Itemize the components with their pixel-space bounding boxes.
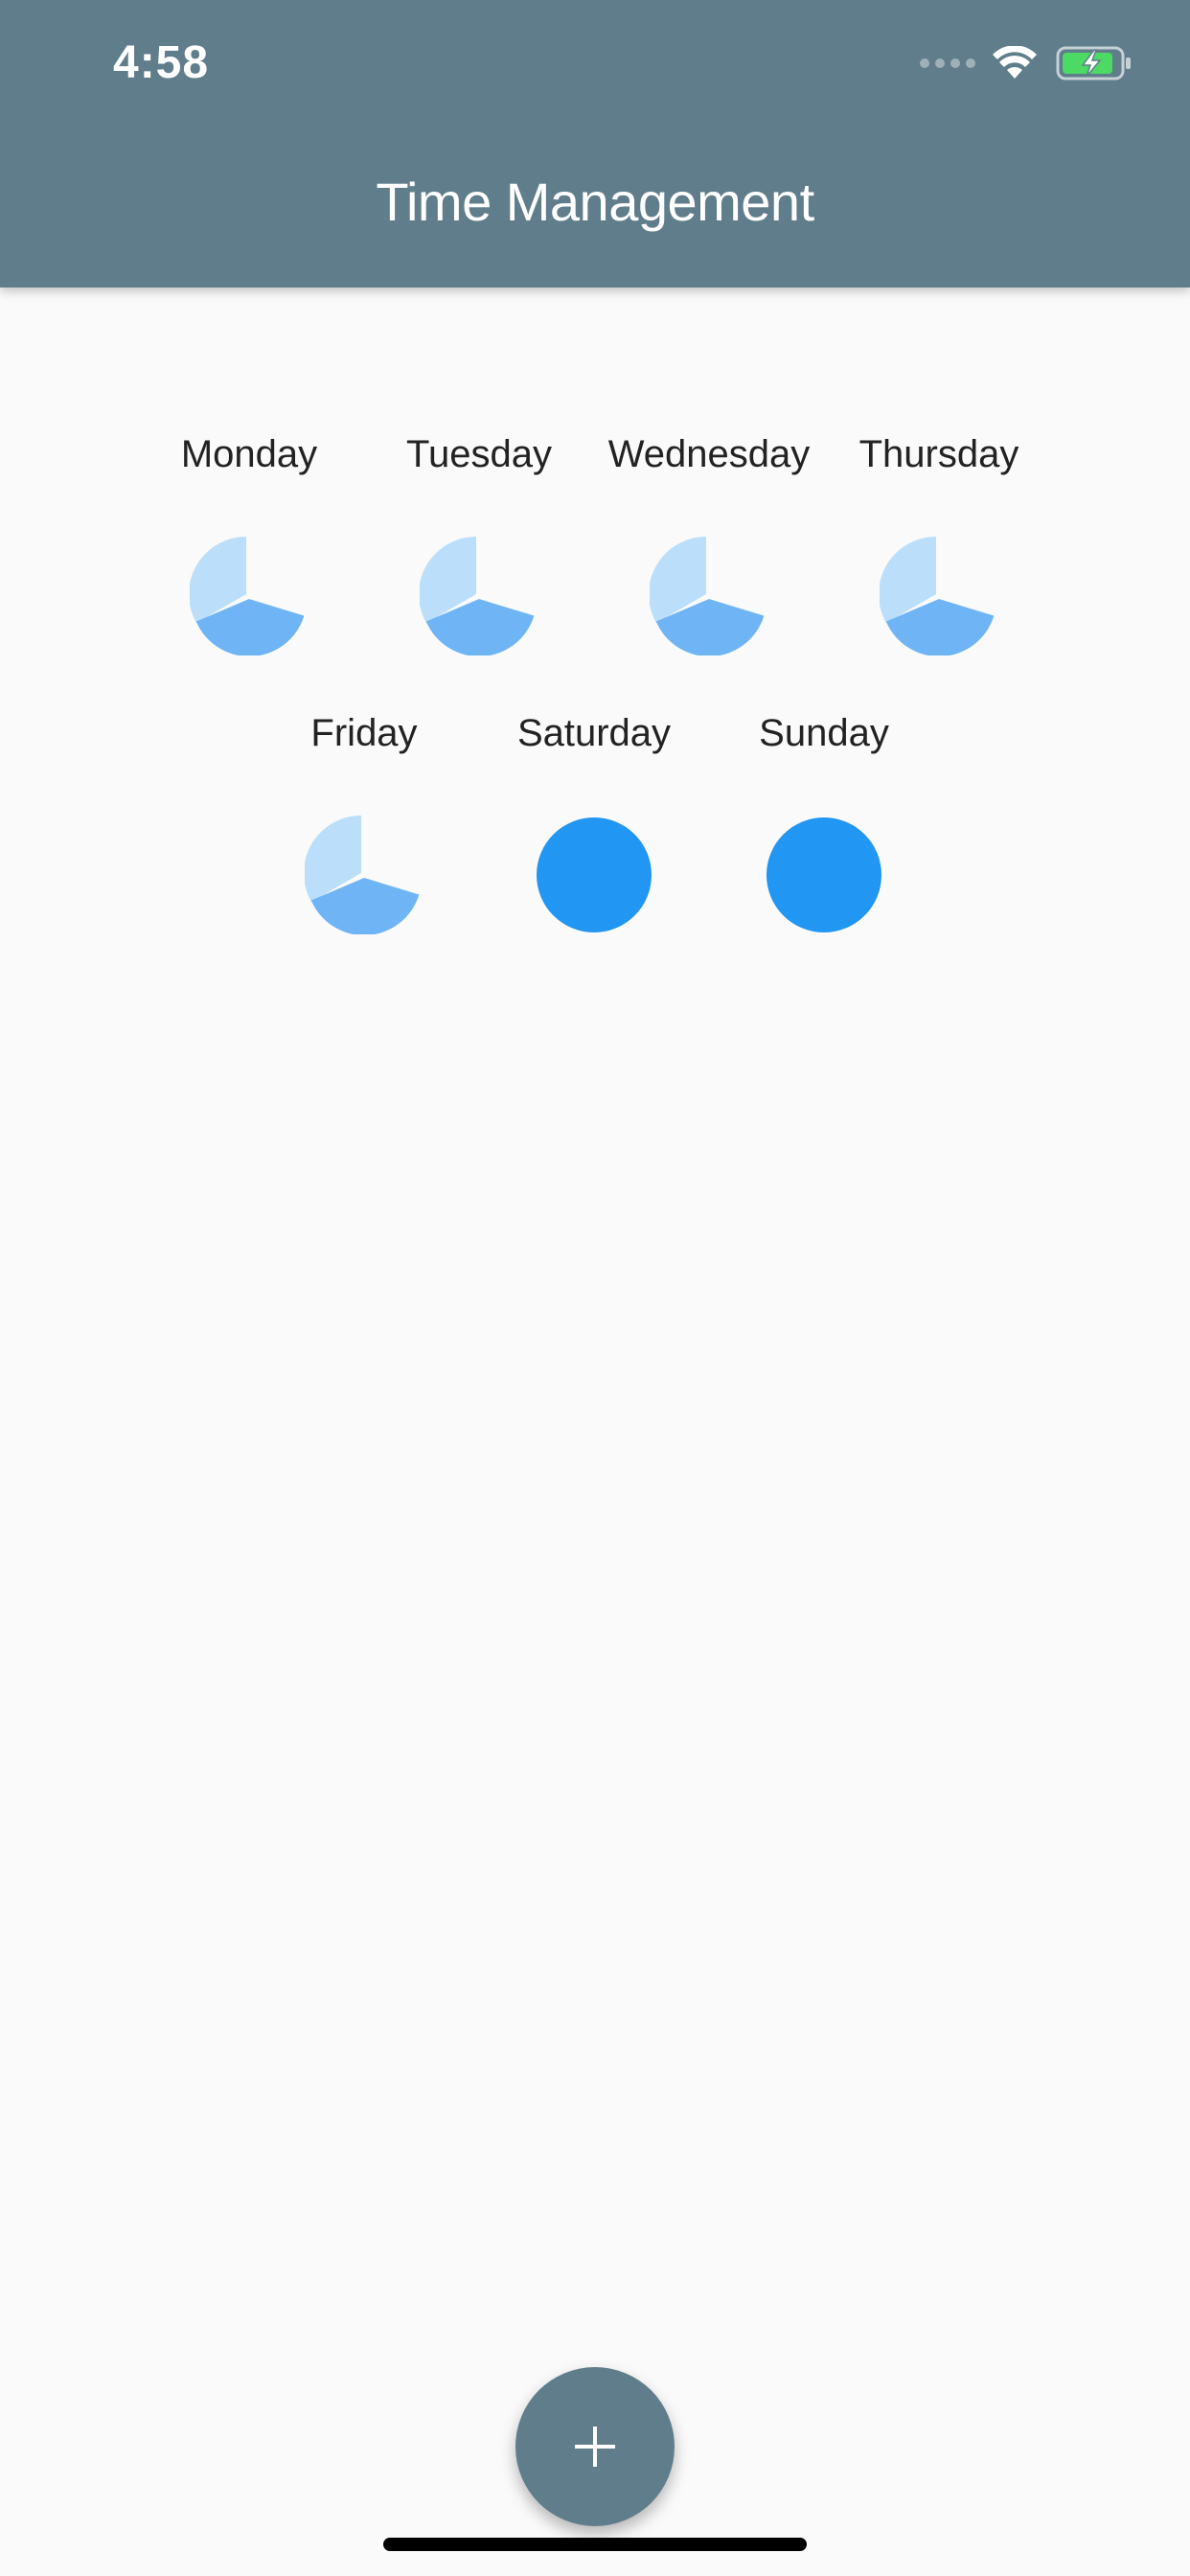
day-pie-chart[interactable]	[650, 537, 768, 656]
day-label: Friday	[310, 712, 418, 754]
pie-slice	[767, 817, 881, 932]
screen: 4:58 Time Management Monday Tuesday Wedn…	[0, 0, 1190, 2576]
day-label: Sunday	[759, 712, 889, 754]
battery-charging-icon	[1056, 46, 1131, 80]
day-cell-thursday[interactable]: Thursday	[824, 427, 1054, 656]
wifi-icon	[993, 46, 1037, 79]
day-pie-chart[interactable]	[420, 537, 538, 656]
day-cell-sunday[interactable]: Sunday	[709, 706, 939, 934]
day-cell-wednesday[interactable]: Wednesday	[594, 427, 824, 656]
day-label: Monday	[180, 433, 318, 475]
day-label: Thursday	[858, 433, 1019, 475]
day-cell-tuesday[interactable]: Tuesday	[364, 427, 594, 656]
status-icons	[920, 42, 1133, 84]
day-cell-saturday[interactable]: Saturday	[479, 706, 709, 934]
day-pie-chart[interactable]	[535, 816, 653, 934]
day-pie-chart[interactable]	[305, 816, 423, 934]
day-label: Wednesday	[607, 433, 811, 475]
day-pie-chart[interactable]	[190, 537, 309, 656]
day-label: Tuesday	[406, 433, 552, 475]
day-pie-chart[interactable]	[880, 537, 998, 656]
day-cell-friday[interactable]: Friday	[249, 706, 479, 934]
day-label: Saturday	[516, 712, 672, 754]
app-bar: 4:58 Time Management	[0, 0, 1190, 288]
status-time: 4:58	[113, 37, 210, 88]
cellular-signal-icon	[920, 58, 975, 68]
pie-slice	[537, 817, 652, 932]
day-cell-monday[interactable]: Monday	[134, 427, 364, 656]
add-button[interactable]	[515, 2367, 675, 2526]
home-indicator	[383, 2538, 807, 2551]
plus-icon	[575, 2426, 615, 2467]
page-title: Time Management	[376, 172, 814, 232]
day-pie-chart[interactable]	[765, 816, 883, 934]
